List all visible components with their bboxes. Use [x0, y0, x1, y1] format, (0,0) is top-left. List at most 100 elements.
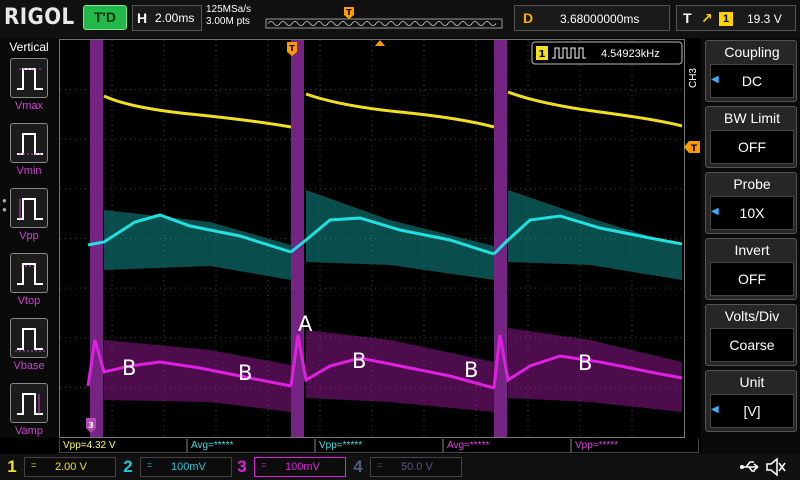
trigger-level-marker[interactable]: T: [684, 139, 700, 155]
invert-setting[interactable]: Invert OFF: [705, 238, 797, 300]
vpp-button[interactable]: [10, 188, 48, 228]
ch3-scale: 100mV: [285, 461, 320, 473]
trigger-status-badge[interactable]: T'D: [83, 5, 127, 30]
rising-edge-icon: ↗: [701, 10, 713, 26]
page-dots-icon: ● ●: [2, 196, 7, 214]
dc-coupling-icon: =: [31, 460, 37, 470]
bw-limit-setting[interactable]: BW Limit OFF: [705, 106, 797, 168]
vmax-label: Vmax: [14, 100, 44, 112]
unit-value: [V]: [710, 394, 794, 428]
waveform-canvas: A B B B B B T 3 1 4.54923kHz: [60, 40, 684, 437]
left-arrow-icon: ◀: [711, 404, 719, 415]
measurement-sidebar: Vertical Vmax Vmin ● ● Vpp Vtop Vbase Vam…: [0, 38, 58, 438]
ch2-number: 2: [123, 457, 133, 476]
svg-text:T: T: [346, 8, 352, 17]
sample-rate: 125MSa/s: [206, 4, 252, 15]
vmax-icon: [17, 68, 43, 90]
measurement-vpp-ch1: Vpp=4.32 V: [59, 439, 187, 453]
dc-coupling-icon: =: [261, 460, 267, 470]
dc-coupling-icon: =: [377, 460, 383, 470]
measurement-vpp-ch3: Vpp=*****: [571, 439, 699, 453]
vamp-button[interactable]: [10, 383, 48, 423]
probe-label: Probe: [733, 176, 771, 192]
trigger-level: 19.3 V: [747, 12, 782, 26]
probe-setting[interactable]: Probe 10X ◀: [705, 172, 797, 234]
horizontal-center-marker: [375, 40, 385, 46]
annotation-b-1: B: [122, 356, 136, 380]
vmax-button[interactable]: [10, 58, 48, 98]
horizontal-delay[interactable]: D 3.68000000ms: [514, 5, 670, 31]
annotation-b-2: B: [238, 361, 252, 385]
left-arrow-icon: ◀: [711, 74, 719, 85]
svg-text:T: T: [691, 144, 698, 154]
annotation-b-5: B: [578, 351, 592, 375]
volts-div-setting[interactable]: Volts/Div Coarse: [705, 304, 797, 366]
ch3-noise-band: [104, 328, 682, 412]
ch3-number: 3: [237, 457, 247, 476]
measurement-avg-ch2: Avg=*****: [187, 439, 315, 453]
unit-setting[interactable]: Unit [V] ◀: [705, 370, 797, 432]
svg-text:3: 3: [88, 421, 94, 430]
svg-text:T: T: [289, 44, 295, 53]
vtop-icon: [17, 263, 43, 285]
left-arrow-icon: ◀: [711, 206, 719, 217]
horizontal-timebase[interactable]: H 2.00ms: [132, 5, 202, 31]
vamp-icon: [17, 393, 43, 415]
sidebar-title: Vertical: [9, 40, 49, 54]
ch3-burst-1: [90, 40, 103, 437]
ch1-status[interactable]: 1 = 2.00 V: [2, 456, 120, 478]
ch4-number: 4: [353, 457, 363, 476]
bw-limit-label: BW Limit: [724, 110, 780, 126]
coupling-value: DC: [710, 64, 794, 98]
vbase-button[interactable]: [10, 318, 48, 358]
vtop-button[interactable]: [10, 253, 48, 293]
annotation-b-4: B: [464, 358, 478, 382]
memory-depth: 3.00M pts: [206, 16, 250, 27]
ch1-trace: [103, 90, 683, 129]
ch4-status[interactable]: 4 = 50.0 V: [348, 456, 466, 478]
trigger-position-icon: T: [344, 7, 354, 19]
speaker-muted-icon[interactable]: [764, 457, 786, 477]
trigger-key: T: [683, 10, 692, 26]
svg-text:1: 1: [539, 49, 546, 60]
measurement-results-bar: Vpp=4.32 V Avg=***** Vpp=***** Avg=*****…: [59, 438, 699, 454]
waveform-display[interactable]: A B B B B B T 3 1 4.54923kHz: [59, 39, 685, 438]
vbase-label: Vbase: [13, 360, 45, 372]
invert-value: OFF: [710, 262, 794, 296]
delay-value: 3.68000000ms: [560, 12, 640, 26]
bw-limit-value: OFF: [710, 130, 794, 164]
ch1-scale: 2.00 V: [55, 461, 87, 473]
vamp-label: Vamp: [15, 425, 43, 437]
unit-label: Unit: [739, 374, 765, 390]
ch2-noise-band: [104, 190, 682, 280]
probe-value: 10X: [710, 196, 794, 230]
ch2-scale: 100mV: [171, 461, 206, 473]
vpp-icon: [17, 198, 43, 220]
ch1-number: 1: [7, 457, 17, 476]
frequency-counter: 1 4.54923kHz: [531, 41, 683, 65]
ch2-status[interactable]: 2 = 100mV: [118, 456, 236, 478]
acquisition-info: 125MSa/s 3.00M pts: [206, 4, 251, 28]
timebase-value: 2.00ms: [155, 11, 195, 25]
volts-div-label: Volts/Div: [724, 308, 780, 324]
ch3-status[interactable]: 3 = 100mV: [232, 456, 350, 478]
memory-waveform-overview: T: [265, 7, 503, 29]
annotation-a: A: [298, 312, 313, 336]
memory-position-bar[interactable]: T: [264, 4, 504, 30]
horizontal-key: H: [137, 10, 148, 26]
dc-coupling-icon: =: [147, 460, 153, 470]
ch3-menu-tag: CH3: [688, 68, 699, 89]
invert-label: Invert: [734, 242, 770, 258]
ch4-scale: 50.0 V: [401, 461, 433, 473]
vmin-button[interactable]: [10, 123, 48, 163]
frequency-value: 4.54923kHz: [601, 48, 660, 60]
vpp-label: Vpp: [19, 230, 39, 242]
trigger-source-badge: 1: [719, 12, 733, 26]
usb-icon: [740, 461, 759, 472]
vbase-icon: [15, 328, 45, 352]
coupling-label: Coupling: [724, 44, 780, 60]
trigger-setting[interactable]: T ↗ 1 19.3 V: [676, 5, 796, 31]
coupling-setting[interactable]: Coupling DC ◀: [705, 40, 797, 102]
channel-menu: Coupling DC ◀ BW Limit OFF Probe 10X ◀ I…: [701, 38, 800, 454]
top-status-bar: RIGOL T'D H 2.00ms 125MSa/s 3.00M pts T …: [0, 0, 800, 38]
